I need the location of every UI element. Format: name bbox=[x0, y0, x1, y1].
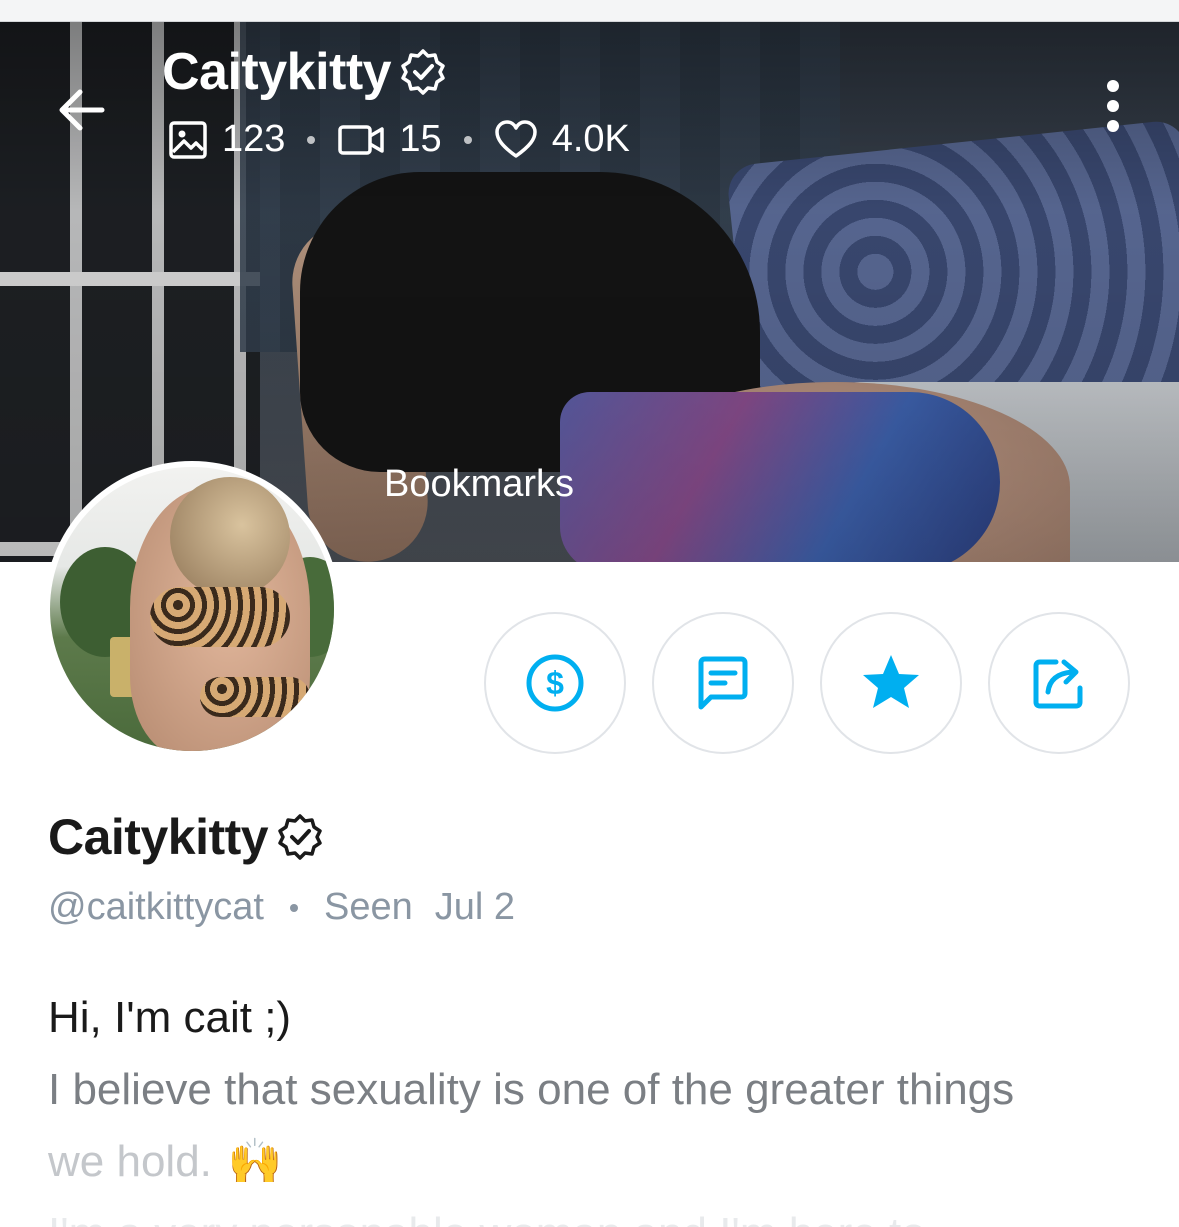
profile-meta: @caitkittycat Seen Jul 2 bbox=[48, 886, 515, 929]
bio-line: Hi, I'm cait ;) bbox=[48, 993, 292, 1042]
seen-label: Seen bbox=[323, 886, 413, 928]
bio-line: we hold. bbox=[48, 1137, 212, 1186]
message-button[interactable] bbox=[652, 612, 794, 754]
header-stats: 123 15 4.0K bbox=[168, 118, 630, 161]
svg-text:$: $ bbox=[546, 665, 564, 701]
bookmarks-label[interactable]: Bookmarks bbox=[384, 463, 574, 506]
stat-separator bbox=[463, 135, 472, 144]
photos-count: 123 bbox=[222, 118, 286, 160]
profile-display-name: Caitykitty bbox=[48, 808, 326, 866]
heart-icon bbox=[494, 119, 537, 158]
tip-button[interactable]: $ bbox=[484, 612, 626, 754]
meta-separator bbox=[289, 903, 298, 912]
video-camera-icon bbox=[338, 124, 385, 155]
profile-name-text: Caitykitty bbox=[48, 809, 269, 865]
share-icon bbox=[1033, 659, 1083, 709]
browser-top-strip bbox=[0, 0, 1179, 22]
videos-stat: 15 bbox=[337, 118, 442, 161]
videos-count: 15 bbox=[399, 118, 442, 160]
likes-count: 4.0K bbox=[551, 118, 630, 160]
seen-date: Jul 2 bbox=[434, 886, 515, 928]
raised-hands-emoji: 🙌 bbox=[227, 1137, 283, 1186]
likes-stat: 4.0K bbox=[494, 118, 630, 161]
verified-badge-icon bbox=[278, 814, 322, 860]
bio-line: I believe that sexuality is one of the g… bbox=[48, 1065, 1015, 1114]
message-icon bbox=[698, 656, 748, 710]
bio-line-with-emoji: we hold. 🙌 bbox=[48, 1126, 1148, 1198]
avatar[interactable] bbox=[44, 461, 340, 757]
verified-badge-icon bbox=[401, 49, 445, 95]
profile-bio: Hi, I'm cait ;) I believe that sexuality… bbox=[48, 982, 1148, 1227]
favorite-button[interactable] bbox=[820, 612, 962, 754]
header-display-name: Caitykitty bbox=[162, 43, 392, 101]
back-button[interactable] bbox=[52, 80, 112, 140]
bio-line-faded: I'm a very personable woman and I'm here… bbox=[48, 1198, 1148, 1227]
dollar-circle-icon: $ bbox=[526, 654, 584, 712]
more-options-button[interactable] bbox=[1100, 80, 1126, 136]
username[interactable]: @caitkittycat bbox=[48, 886, 264, 929]
stat-separator bbox=[307, 135, 316, 144]
more-dots-icon bbox=[1107, 80, 1119, 92]
share-button[interactable] bbox=[988, 612, 1130, 754]
image-icon bbox=[169, 120, 207, 159]
profile-actions: $ bbox=[484, 612, 1130, 754]
profile-header-bar: Caitykitty 123 15 4.0K bbox=[0, 22, 1179, 182]
photos-stat: 123 bbox=[168, 118, 285, 161]
arrow-left-icon bbox=[59, 89, 105, 131]
header-title: Caitykitty bbox=[162, 42, 449, 102]
star-icon bbox=[863, 655, 919, 708]
